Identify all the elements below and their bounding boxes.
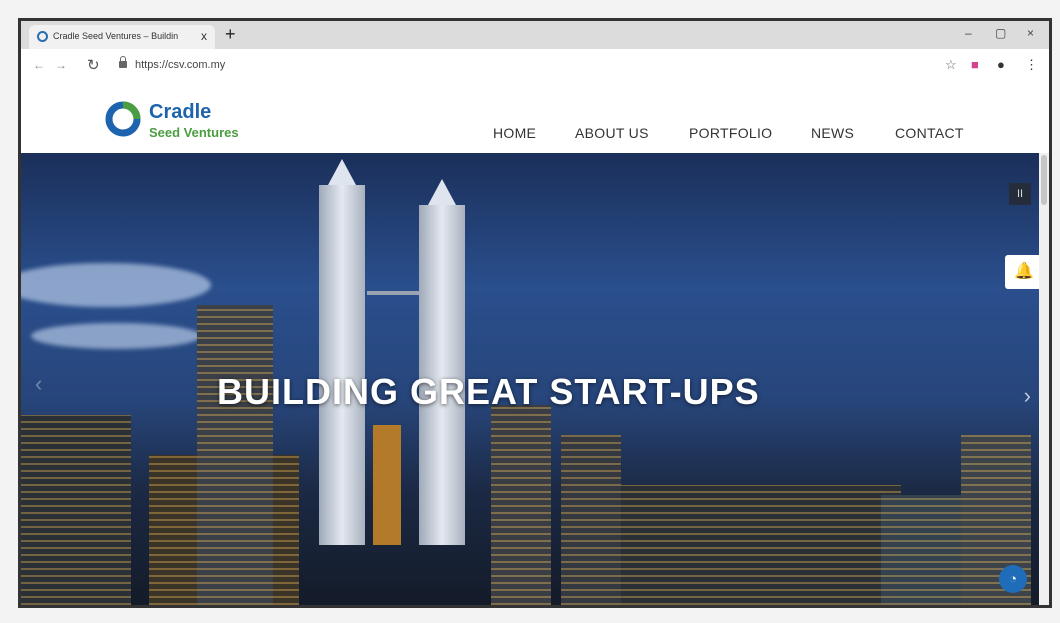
bell-icon[interactable]: 🔔 — [1005, 255, 1043, 289]
back-icon[interactable]: ← — [33, 58, 45, 72]
star-icon[interactable]: ☆ — [945, 57, 957, 73]
browser-window: Cradle Seed Ventures – Buildin x + – ▢ ×… — [18, 18, 1052, 608]
minimize-button[interactable]: – — [965, 26, 972, 40]
nav-portfolio[interactable]: PORTFOLIO — [689, 125, 772, 141]
hero-headline: BUILDING GREAT START-UPS — [217, 371, 760, 412]
url-field[interactable]: https://csv.com.my — [135, 59, 225, 71]
chat-badge-icon[interactable]: ◔ — [999, 565, 1027, 593]
skybridge — [367, 291, 419, 295]
nav-about-us[interactable]: ABOUT US — [575, 125, 649, 141]
building — [561, 435, 621, 605]
reload-icon[interactable]: ↻ — [87, 56, 100, 74]
building — [621, 485, 901, 605]
cloud — [21, 263, 211, 307]
tab-title: Cradle Seed Ventures – Buildin — [53, 31, 179, 41]
building — [881, 495, 971, 605]
chevron-right-icon[interactable]: › — [1024, 383, 1031, 409]
tab-bar: Cradle Seed Ventures – Buildin x + – ▢ × — [21, 21, 1049, 49]
maximize-button[interactable]: ▢ — [995, 26, 1006, 40]
logo-text-primary[interactable]: Cradle — [149, 101, 211, 124]
scrollbar-thumb[interactable] — [1041, 155, 1047, 205]
browser-tab[interactable]: Cradle Seed Ventures – Buildin x — [29, 25, 215, 49]
lit-building — [373, 425, 401, 545]
close-tab-icon[interactable]: x — [201, 29, 207, 43]
logo-text-secondary[interactable]: Seed Ventures — [149, 125, 239, 140]
favicon-icon — [37, 31, 48, 42]
menu-icon[interactable]: ⋮ — [1025, 57, 1038, 73]
cloud — [31, 323, 201, 349]
extension-icon[interactable]: ■ — [971, 57, 979, 72]
chevron-left-icon[interactable]: ‹ — [35, 371, 42, 397]
hero-banner: BUILDING GREAT START-UPS II 🔔 › ‹ ◔ — [21, 153, 1049, 605]
address-bar: ← → ↻ https://csv.com.my ☆ ■ ● ⋮ — [21, 49, 1049, 83]
nav-home[interactable]: HOME — [493, 125, 536, 141]
logo-icon[interactable] — [105, 101, 141, 137]
site-header: Cradle Seed Ventures HOME ABOUT US PORTF… — [21, 83, 1049, 153]
lock-icon — [119, 56, 127, 68]
building — [21, 415, 131, 605]
nav-news[interactable]: NEWS — [811, 125, 854, 141]
new-tab-button[interactable]: + — [225, 24, 236, 45]
petronas-tower-left — [319, 159, 365, 545]
pause-icon[interactable]: II — [1009, 183, 1031, 205]
building — [197, 305, 273, 605]
account-icon[interactable]: ● — [997, 57, 1005, 72]
close-window-button[interactable]: × — [1027, 26, 1034, 40]
nav-contact[interactable]: CONTACT — [895, 125, 964, 141]
scrollbar[interactable] — [1039, 153, 1049, 605]
building — [491, 405, 551, 605]
forward-icon[interactable]: → — [55, 58, 67, 72]
